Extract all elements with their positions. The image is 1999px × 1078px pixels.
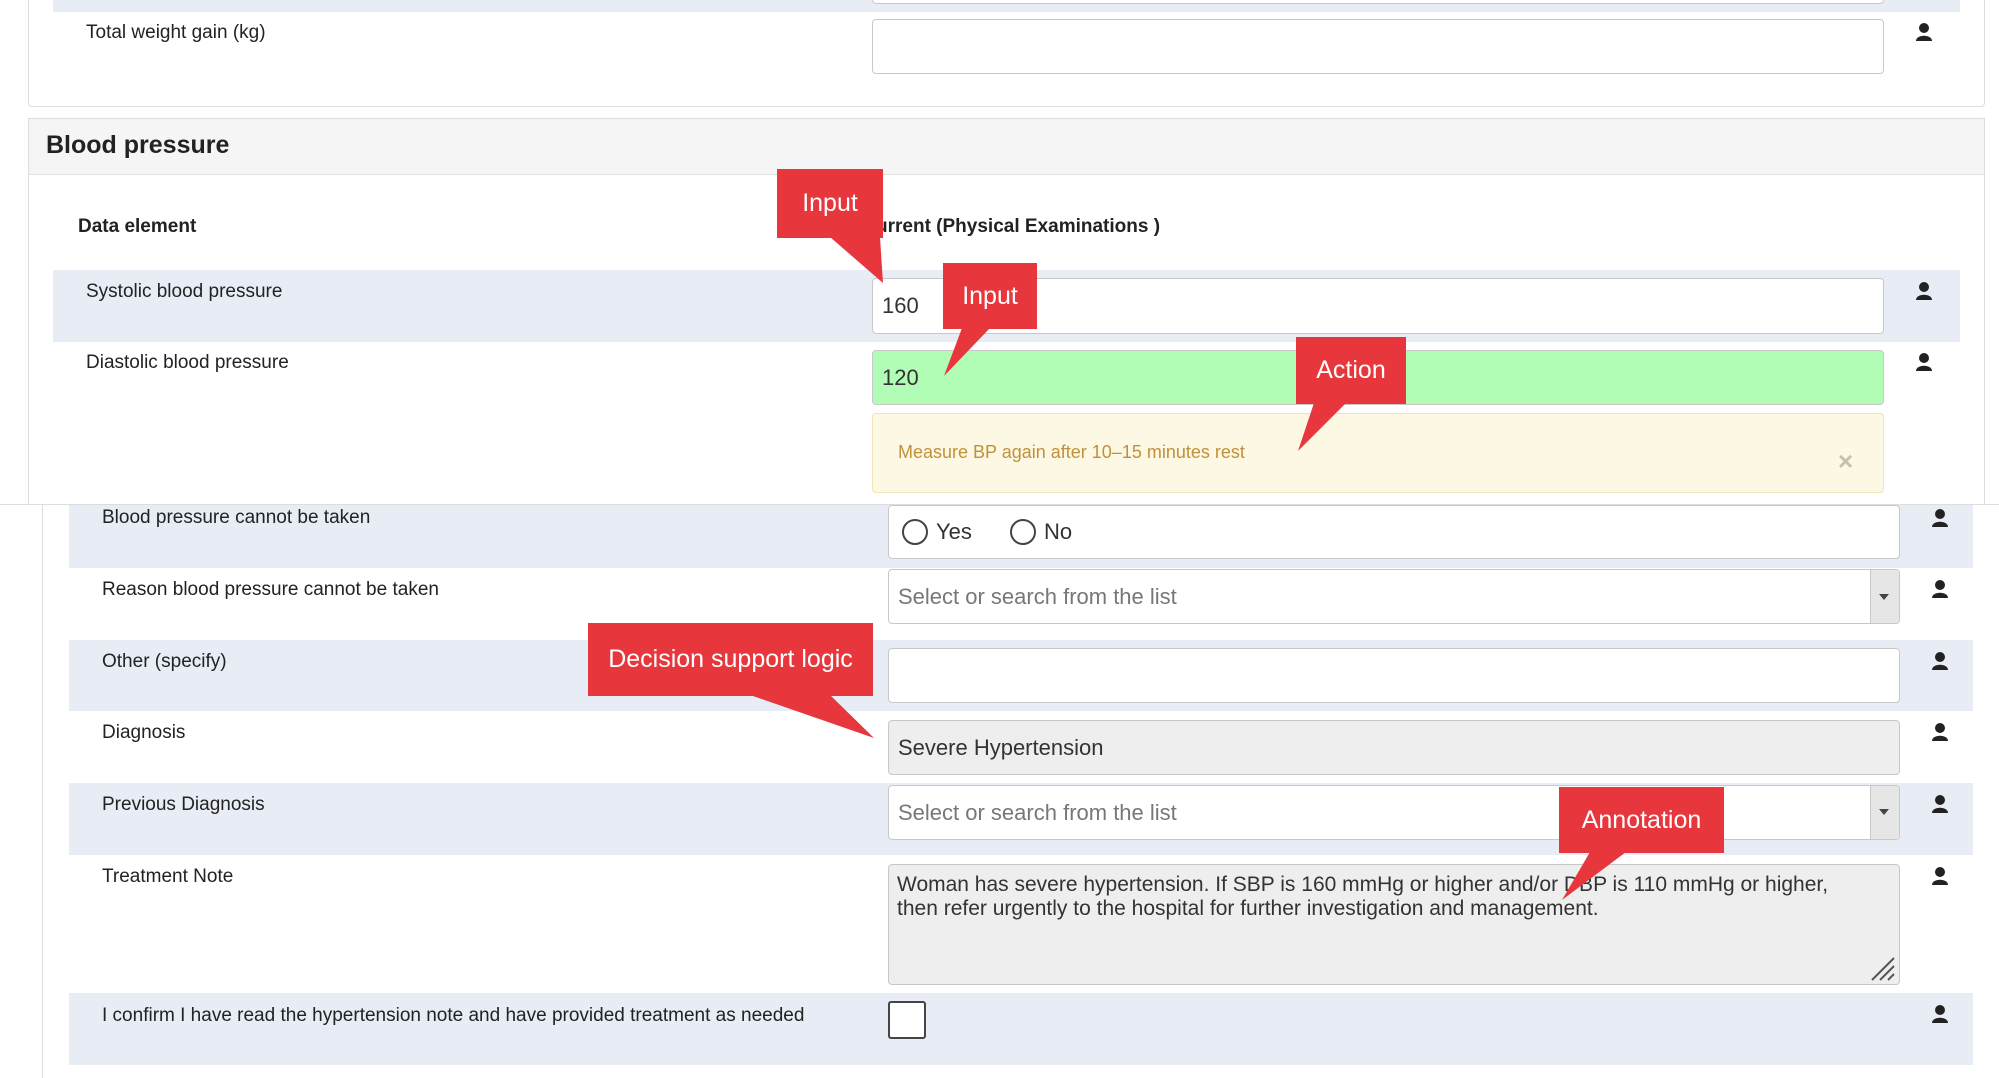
yes-radio[interactable] — [902, 519, 928, 545]
alert-text: Measure BP again after 10–15 minutes res… — [898, 442, 1245, 462]
callout-decision-support-logic-tail — [750, 695, 874, 738]
user-icon[interactable] — [1914, 22, 1934, 42]
user-icon[interactable] — [1930, 794, 1950, 814]
user-icon[interactable] — [1914, 352, 1934, 372]
user-icon[interactable] — [1930, 722, 1950, 742]
other-label: Other (specify) — [102, 651, 227, 672]
user-icon[interactable] — [1930, 1004, 1950, 1024]
weight-gain-input[interactable] — [872, 19, 1884, 74]
column-header-current: urrent (Physical Examinations ) — [876, 216, 1161, 237]
close-icon[interactable]: × — [1838, 448, 1853, 474]
no-radio[interactable] — [1010, 519, 1036, 545]
other-input[interactable] — [888, 648, 1900, 703]
cannot-take-radio-group — [888, 505, 1900, 559]
confirm-row — [69, 993, 1973, 1065]
previous-row-input[interactable] — [872, 0, 1884, 4]
lower-panel-left-border — [42, 504, 43, 1078]
callout-annotation-tail — [1562, 852, 1626, 900]
section-title: Blood pressure — [46, 131, 230, 159]
callout-decision-support-logic: Decision support logic — [588, 623, 873, 696]
resize-handle-icon[interactable] — [1868, 954, 1896, 982]
reason-label: Reason blood pressure cannot be taken — [102, 579, 439, 600]
callout-input: Input — [943, 263, 1037, 329]
previous-diagnosis-label: Previous Diagnosis — [102, 794, 265, 815]
diagnosis-field: Severe Hypertension — [888, 720, 1900, 775]
treatment-note-text: Woman has severe hypertension. If SBP is… — [897, 873, 1829, 920]
column-header-data-element: Data element — [78, 216, 197, 237]
confirm-checkbox[interactable] — [888, 1001, 926, 1039]
bp-section-header — [29, 119, 1984, 175]
diagnosis-label: Diagnosis — [102, 722, 186, 743]
cannot-take-label: Blood pressure cannot be taken — [102, 507, 371, 528]
callout-action: Action — [1296, 337, 1406, 404]
user-icon[interactable] — [1914, 281, 1934, 301]
callout-action-tail — [1298, 403, 1346, 451]
caret-down-icon[interactable] — [1878, 593, 1890, 601]
weight-gain-label: Total weight gain (kg) — [86, 22, 266, 43]
confirm-label: I confirm I have read the hypertension n… — [102, 1005, 805, 1026]
previous-diagnosis-select[interactable]: Select or search from the list — [888, 785, 1900, 840]
callout-annotation: Annotation — [1559, 787, 1724, 853]
no-label[interactable]: No — [1044, 519, 1072, 545]
callout-input-tail — [830, 237, 883, 283]
callout-input: Input — [777, 169, 883, 238]
user-icon[interactable] — [1930, 508, 1950, 528]
user-icon[interactable] — [1930, 866, 1950, 886]
user-icon[interactable] — [1930, 579, 1950, 599]
systolic-label: Systolic blood pressure — [86, 281, 283, 302]
diastolic-label: Diastolic blood pressure — [86, 352, 289, 373]
caret-down-icon[interactable] — [1878, 808, 1890, 816]
treatment-note-label: Treatment Note — [102, 866, 234, 887]
reason-select[interactable]: Select or search from the list — [888, 569, 1900, 624]
yes-label[interactable]: Yes — [936, 519, 972, 545]
user-icon[interactable] — [1930, 651, 1950, 671]
callout-input-tail — [944, 328, 990, 376]
